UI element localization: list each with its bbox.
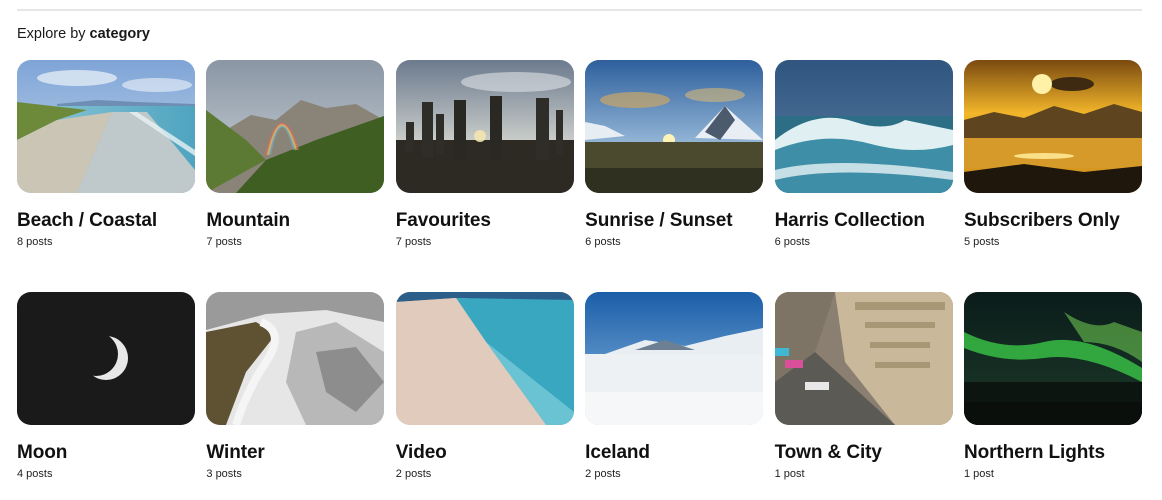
- post-count: 1 post: [774, 468, 805, 480]
- category-card-northern-lights[interactable]: Northern Lights 1 post: [963, 292, 1142, 482]
- category-name[interactable]: Harris Collection: [775, 210, 953, 232]
- category-name[interactable]: Moon: [17, 442, 195, 464]
- post-count: 2 posts: [395, 468, 432, 480]
- category-thumbnail[interactable]: [206, 292, 385, 425]
- category-card-winter[interactable]: Winter 3 posts: [206, 292, 385, 482]
- category-name[interactable]: Town & City: [775, 442, 953, 464]
- category-name[interactable]: Sunrise / Sunset: [585, 210, 763, 232]
- category-card-beach-coastal[interactable]: Beach / Coastal 8 posts: [17, 60, 195, 250]
- category-name[interactable]: Favourites: [396, 210, 574, 232]
- category-thumbnail[interactable]: [585, 292, 764, 425]
- category-card-town-city[interactable]: Town & City 1 post: [774, 292, 953, 482]
- category-card-video[interactable]: Video 2 posts: [395, 292, 574, 482]
- post-count: 7 posts: [206, 236, 242, 248]
- category-card-favourites[interactable]: Favourites 7 posts: [395, 60, 574, 250]
- category-name[interactable]: Iceland: [585, 442, 763, 464]
- section-heading: Explore by category: [17, 26, 150, 42]
- category-thumbnail[interactable]: [395, 60, 574, 193]
- category-name[interactable]: Beach / Coastal: [17, 210, 195, 232]
- post-count: 7 posts: [395, 236, 432, 248]
- category-thumbnail[interactable]: [395, 292, 574, 425]
- category-name[interactable]: Video: [396, 442, 574, 464]
- post-count: 8 posts: [17, 236, 53, 248]
- category-thumbnail[interactable]: [17, 292, 195, 425]
- post-count: 1 post: [963, 468, 994, 480]
- category-thumbnail[interactable]: [774, 292, 953, 425]
- post-count: 5 posts: [963, 236, 1000, 248]
- category-thumbnail[interactable]: [774, 60, 953, 193]
- post-count: 2 posts: [585, 468, 621, 480]
- heading-emphasis: category: [89, 26, 150, 42]
- category-card-sunrise-sunset[interactable]: Sunrise / Sunset 6 posts: [585, 60, 764, 250]
- category-name[interactable]: Mountain: [206, 210, 384, 232]
- category-name[interactable]: Subscribers Only: [964, 210, 1142, 232]
- category-card-subscribers-only[interactable]: Subscribers Only 5 posts: [963, 60, 1142, 250]
- category-grid: Beach / Coastal 8 posts Mountain 7 posts…: [17, 60, 1142, 482]
- category-name[interactable]: Northern Lights: [964, 442, 1142, 464]
- category-name[interactable]: Winter: [206, 442, 384, 464]
- category-card-mountain[interactable]: Mountain 7 posts: [206, 60, 385, 250]
- post-count: 3 posts: [206, 468, 242, 480]
- post-count: 6 posts: [585, 236, 621, 248]
- post-count: 4 posts: [17, 468, 53, 480]
- category-card-moon[interactable]: Moon 4 posts: [17, 292, 195, 482]
- category-card-harris-collection[interactable]: Harris Collection 6 posts: [774, 60, 953, 250]
- category-thumbnail[interactable]: [963, 60, 1142, 193]
- category-thumbnail[interactable]: [585, 60, 764, 193]
- top-divider: [17, 9, 1142, 11]
- heading-prefix: Explore by: [17, 26, 86, 42]
- post-count: 6 posts: [774, 236, 811, 248]
- category-thumbnail[interactable]: [963, 292, 1142, 425]
- category-card-iceland[interactable]: Iceland 2 posts: [585, 292, 764, 482]
- category-thumbnail[interactable]: [206, 60, 385, 193]
- category-thumbnail[interactable]: [17, 60, 195, 193]
